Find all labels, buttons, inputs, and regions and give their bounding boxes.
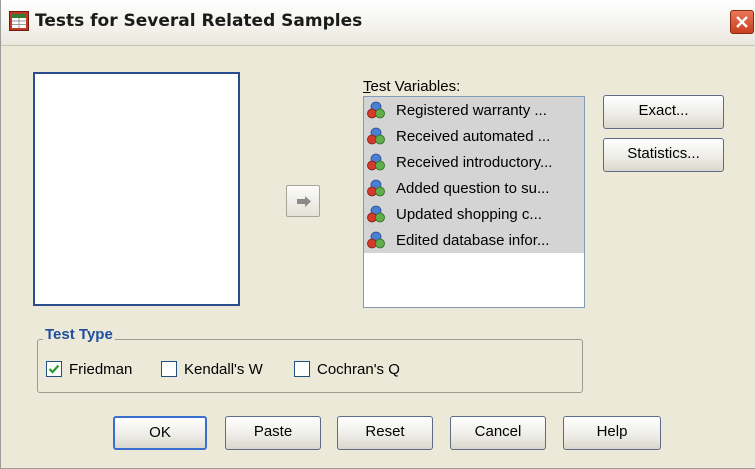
kendalls-w-checkbox[interactable]	[161, 361, 177, 377]
cochrans-q-checkbox[interactable]	[294, 361, 310, 377]
window-title: Tests for Several Related Samples	[35, 11, 363, 31]
test-variables-list[interactable]: Registered warranty ... Received automat…	[363, 96, 585, 308]
arrow-right-icon	[297, 196, 311, 207]
help-button-label: Help	[596, 423, 628, 440]
paste-button[interactable]: Paste	[225, 416, 321, 450]
exact-button-label: Exact...	[638, 102, 689, 119]
source-variable-list[interactable]	[33, 72, 240, 306]
reset-button-label: Reset	[365, 423, 405, 440]
cancel-button[interactable]: Cancel	[450, 416, 546, 450]
list-item-label: Edited database infor...	[396, 232, 550, 249]
dialog-window: Tests for Several Related Samples Test V…	[0, 0, 755, 469]
scale-variable-icon	[367, 127, 385, 145]
list-item-label: Added question to su...	[396, 180, 550, 197]
scale-variable-icon	[367, 153, 385, 171]
checkmark-icon	[48, 364, 60, 374]
scale-variable-icon	[367, 231, 385, 249]
spss-dialog-icon	[9, 11, 29, 31]
list-item[interactable]: Received automated ...	[364, 123, 584, 149]
statistics-button[interactable]: Statistics...	[603, 138, 724, 172]
cochrans-q-label[interactable]: Cochran's Q	[317, 361, 400, 378]
statistics-button-label: Statistics...	[627, 145, 700, 162]
title-bar: Tests for Several Related Samples	[1, 0, 755, 46]
move-variable-button[interactable]	[286, 185, 320, 217]
friedman-label[interactable]: Friedman	[69, 361, 132, 378]
scale-variable-icon	[367, 101, 385, 119]
test-type-group-title: Test Type	[43, 326, 115, 343]
scale-variable-icon	[367, 205, 385, 223]
list-item-label: Updated shopping c...	[396, 206, 542, 223]
friedman-checkbox[interactable]	[46, 361, 62, 377]
help-button[interactable]: Help	[563, 416, 661, 450]
test-variables-label-text: est Variables:	[370, 78, 461, 95]
list-item[interactable]: Edited database infor...	[364, 227, 584, 253]
test-variables-label: Test Variables:	[363, 78, 461, 95]
kendalls-w-label[interactable]: Kendall's W	[184, 361, 263, 378]
reset-button[interactable]: Reset	[337, 416, 433, 450]
paste-button-label: Paste	[253, 423, 293, 440]
ok-button[interactable]: OK	[113, 416, 207, 450]
scale-variable-icon	[367, 179, 385, 197]
list-item[interactable]: Added question to su...	[364, 175, 584, 201]
list-item[interactable]: Updated shopping c...	[364, 201, 584, 227]
close-icon	[736, 16, 748, 28]
exact-button[interactable]: Exact...	[603, 95, 724, 129]
list-item-label: Received introductory...	[396, 154, 553, 171]
list-item[interactable]: Registered warranty ...	[364, 97, 584, 123]
list-item-label: Registered warranty ...	[396, 102, 547, 119]
close-button[interactable]	[730, 10, 754, 34]
ok-button-label: OK	[149, 424, 171, 441]
cancel-button-label: Cancel	[474, 423, 522, 440]
list-item[interactable]: Received introductory...	[364, 149, 584, 175]
list-item-label: Received automated ...	[396, 128, 551, 145]
